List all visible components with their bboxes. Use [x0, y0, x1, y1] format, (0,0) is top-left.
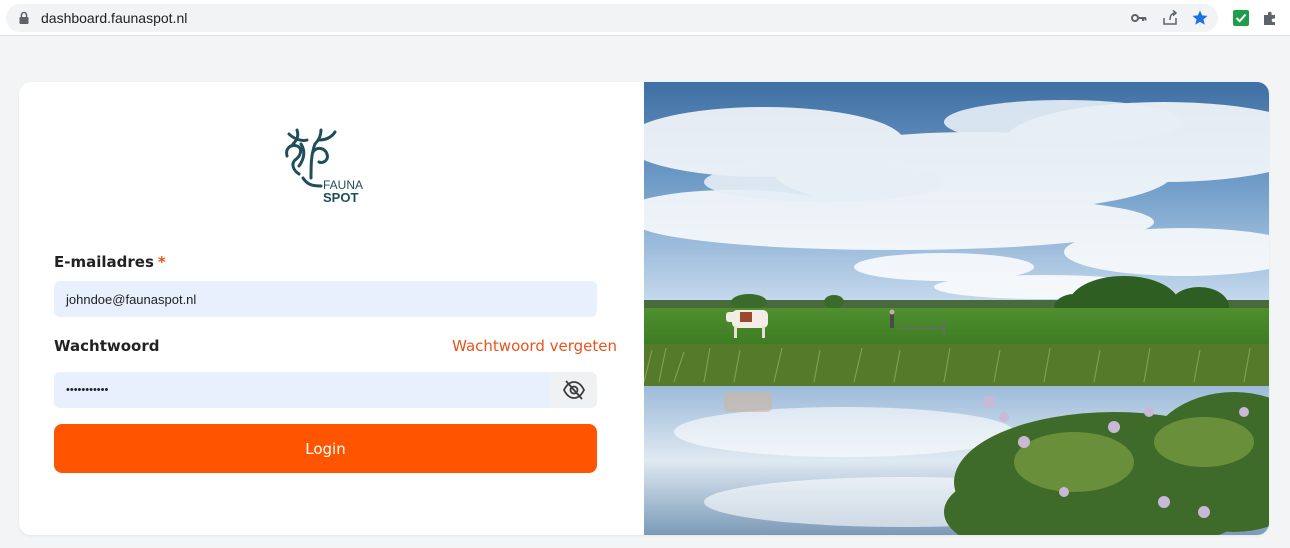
login-form-pane: FAUNA SPOT E-mailadres * johndoe@faunaspo… — [19, 82, 644, 535]
star-icon[interactable] — [1190, 8, 1210, 28]
email-field[interactable]: johndoe@faunaspot.nl — [54, 281, 597, 317]
email-value[interactable]: johndoe@faunaspot.nl — [66, 292, 196, 307]
url-text[interactable]: dashboard.faunaspot.nl — [41, 10, 187, 26]
password-value[interactable]: ••••••••••• — [66, 384, 108, 396]
email-label-text: E-mailadres — [54, 253, 154, 271]
password-field[interactable]: ••••••••••• — [54, 372, 550, 408]
browser-toolbar: dashboard.faunaspot.nl — [0, 0, 1290, 36]
logo-text-spot: SPOT — [323, 190, 358, 205]
key-icon[interactable] — [1129, 8, 1149, 28]
required-marker: * — [157, 253, 166, 271]
email-label: E-mailadres * — [54, 253, 166, 271]
password-label: Wachtwoord — [54, 337, 160, 355]
login-card: FAUNA SPOT E-mailadres * johndoe@faunaspo… — [19, 82, 1269, 535]
checkbox-extension-icon[interactable] — [1231, 8, 1251, 28]
eye-slash-icon[interactable] — [562, 379, 586, 401]
forgot-password-link[interactable]: Wachtwoord vergeten — [452, 337, 617, 355]
lock-icon[interactable] — [18, 11, 32, 25]
address-bar[interactable]: dashboard.faunaspot.nl — [6, 4, 1218, 32]
login-button[interactable]: Login — [54, 424, 597, 473]
puzzle-extension-icon[interactable] — [1260, 8, 1280, 28]
share-icon[interactable] — [1160, 8, 1180, 28]
faunaspot-logo: FAUNA SPOT — [281, 126, 371, 208]
landscape-photo — [644, 82, 1269, 535]
toggle-password-button[interactable] — [550, 372, 597, 408]
